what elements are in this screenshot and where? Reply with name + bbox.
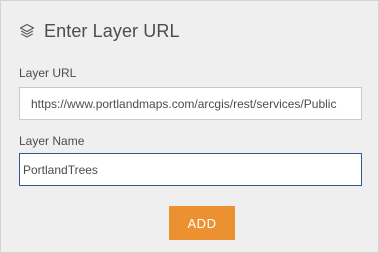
panel-header: Enter Layer URL: [19, 19, 180, 43]
layer-url-label: Layer URL: [19, 66, 77, 80]
layer-name-input[interactable]: [19, 153, 362, 186]
layer-name-label: Layer Name: [19, 134, 85, 148]
panel-title: Enter Layer URL: [44, 21, 180, 41]
add-button[interactable]: ADD: [169, 206, 235, 240]
layers-icon: [19, 23, 35, 39]
layer-url-input[interactable]: [19, 87, 362, 120]
enter-layer-url-panel: Enter Layer URL Layer URL Layer Name ADD: [0, 0, 379, 253]
